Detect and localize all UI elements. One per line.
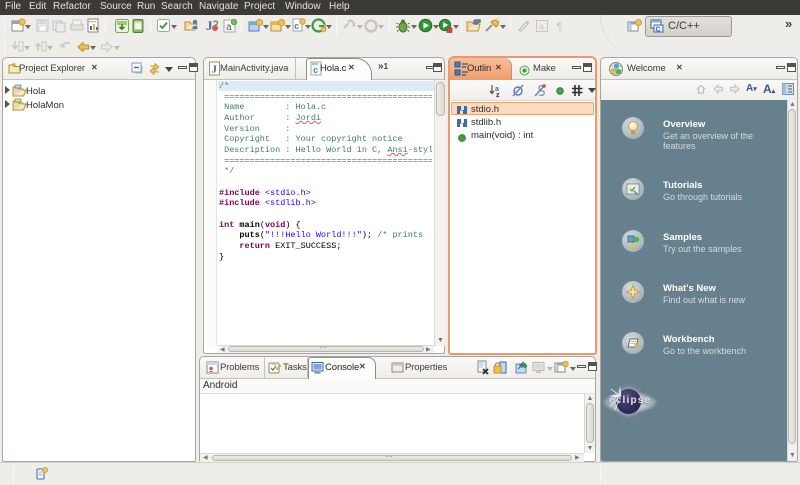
svg-text:a: a	[226, 22, 232, 33]
svg-text:c: c	[313, 66, 318, 76]
svg-text:a: a	[539, 22, 544, 32]
svg-text:¶: ¶	[557, 21, 563, 33]
svg-text:c: c	[294, 22, 299, 32]
svg-text:C: C	[656, 27, 661, 34]
svg-text:J: J	[212, 64, 218, 76]
svg-text:z: z	[496, 92, 500, 99]
svg-text:J: J	[206, 18, 213, 33]
